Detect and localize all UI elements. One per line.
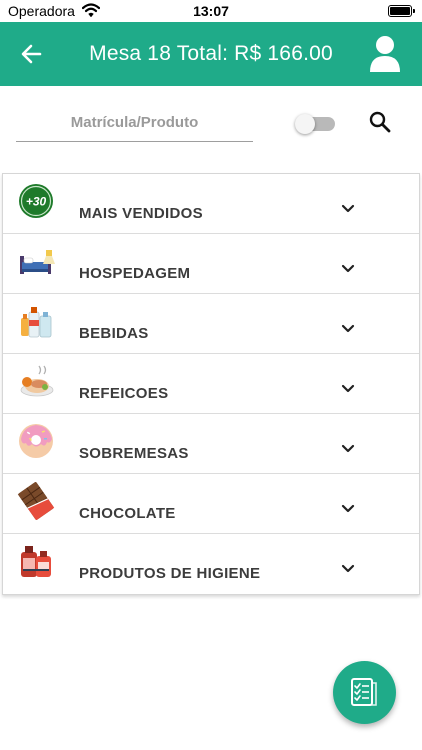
- category-label: PRODUTOS DE HIGIENE: [79, 565, 261, 582]
- svg-text:+30: +30: [26, 195, 47, 209]
- chocolate-bar-icon: [17, 482, 55, 520]
- category-item-mais-vendidos[interactable]: +30 MAIS VENDIDOS: [3, 174, 419, 234]
- user-icon[interactable]: [368, 35, 402, 73]
- category-label: CHOCOLATE: [79, 505, 176, 522]
- category-label: HOSPEDAGEM: [79, 265, 191, 282]
- order-checklist-button[interactable]: [333, 661, 396, 724]
- chevron-down-icon[interactable]: [341, 384, 355, 394]
- chevron-down-icon[interactable]: [341, 204, 355, 214]
- category-list: +30 MAIS VENDIDOS HOSPEDAGEM BEBIDAS REF…: [2, 173, 420, 595]
- category-item-hospedagem[interactable]: HOSPEDAGEM: [3, 234, 419, 294]
- category-item-chocolate[interactable]: CHOCOLATE: [3, 474, 419, 534]
- hygiene-products-icon: [21, 546, 51, 577]
- clock: 13:07: [193, 3, 229, 19]
- status-bar: Operadora 13:07: [0, 0, 422, 22]
- chevron-down-icon[interactable]: [341, 444, 355, 454]
- donut-icon: [19, 424, 53, 458]
- checklist-icon: [351, 678, 377, 706]
- category-item-produtos-de-higiene[interactable]: PRODUTOS DE HIGIENE: [3, 534, 419, 594]
- search-row: [0, 86, 422, 168]
- category-label: BEBIDAS: [79, 325, 149, 342]
- category-item-sobremesas[interactable]: SOBREMESAS: [3, 414, 419, 474]
- chevron-down-icon[interactable]: [341, 324, 355, 334]
- arrow-left-icon[interactable]: [18, 40, 48, 68]
- category-label: MAIS VENDIDOS: [79, 205, 203, 222]
- search-input[interactable]: [16, 104, 253, 142]
- meal-icon: [20, 365, 54, 397]
- plus-30-badge-icon: +30: [19, 184, 53, 218]
- toggle-knob: [295, 114, 315, 134]
- app-header: Mesa 18 Total: R$ 166.00: [0, 22, 422, 86]
- page-title: Mesa 18 Total: R$ 166.00: [89, 42, 333, 65]
- category-label: REFEICOES: [79, 385, 169, 402]
- bottles-icon: [21, 307, 52, 338]
- chevron-down-icon[interactable]: [341, 264, 355, 274]
- toggle-switch[interactable]: [295, 114, 335, 134]
- chevron-down-icon[interactable]: [341, 564, 355, 574]
- bed-icon: [20, 250, 55, 274]
- magnifier-icon[interactable]: [368, 110, 392, 134]
- category-item-refeicoes[interactable]: REFEICOES: [3, 354, 419, 414]
- category-item-bebidas[interactable]: BEBIDAS: [3, 294, 419, 354]
- chevron-down-icon[interactable]: [341, 504, 355, 514]
- category-label: SOBREMESAS: [79, 445, 189, 462]
- battery-icon: [388, 5, 415, 17]
